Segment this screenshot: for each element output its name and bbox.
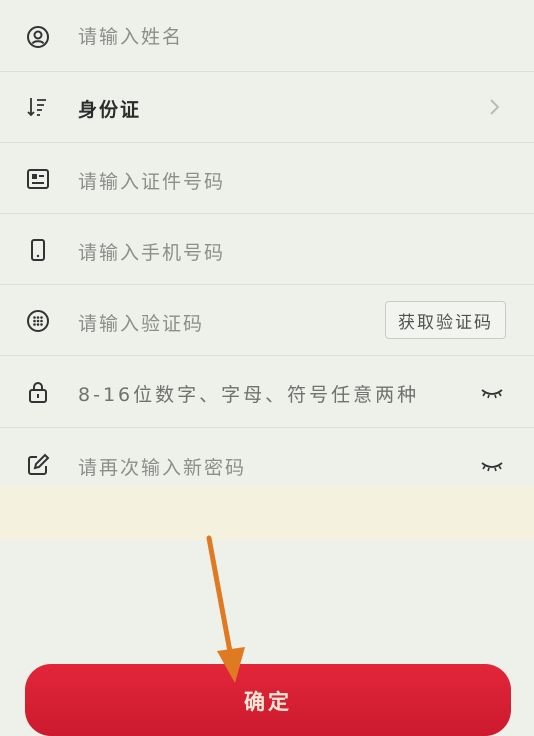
- phone-input[interactable]: 请输入手机号码: [78, 238, 225, 265]
- chevron-right-icon: [490, 99, 500, 115]
- get-code-button[interactable]: 获取验证码: [385, 301, 506, 339]
- password-input[interactable]: 8-16位数字、字母、符号任意两种: [78, 380, 419, 407]
- keypad-icon: [25, 308, 51, 334]
- code-row: 请输入验证码 获取验证码: [0, 285, 534, 356]
- notice-bar: [0, 486, 534, 540]
- phone-icon: [25, 237, 51, 263]
- confirm-password-input[interactable]: 请再次输入新密码: [78, 453, 246, 480]
- confirm-password-row[interactable]: 请再次输入新密码: [0, 428, 534, 486]
- id-card-icon: [25, 166, 51, 192]
- sort-icon: [24, 94, 50, 120]
- id-type-row[interactable]: 身份证: [0, 72, 534, 143]
- name-row[interactable]: 请输入姓名: [0, 0, 534, 72]
- password-row[interactable]: 8-16位数字、字母、符号任意两种: [0, 356, 534, 428]
- eye-closed-icon[interactable]: [480, 459, 504, 473]
- phone-row[interactable]: 请输入手机号码: [0, 214, 534, 285]
- id-number-input[interactable]: 请输入证件号码: [78, 167, 225, 194]
- lock-icon: [25, 379, 51, 405]
- id-type-value: 身份证: [78, 99, 142, 121]
- confirm-button[interactable]: 确定: [25, 664, 511, 736]
- id-number-row[interactable]: 请输入证件号码: [0, 143, 534, 214]
- name-input[interactable]: 请输入姓名: [78, 22, 183, 49]
- person-icon: [25, 24, 51, 50]
- confirm-button-label: 确定: [244, 690, 292, 714]
- code-input[interactable]: 请输入验证码: [78, 309, 204, 336]
- edit-icon: [25, 452, 51, 478]
- eye-closed-icon[interactable]: [480, 386, 504, 400]
